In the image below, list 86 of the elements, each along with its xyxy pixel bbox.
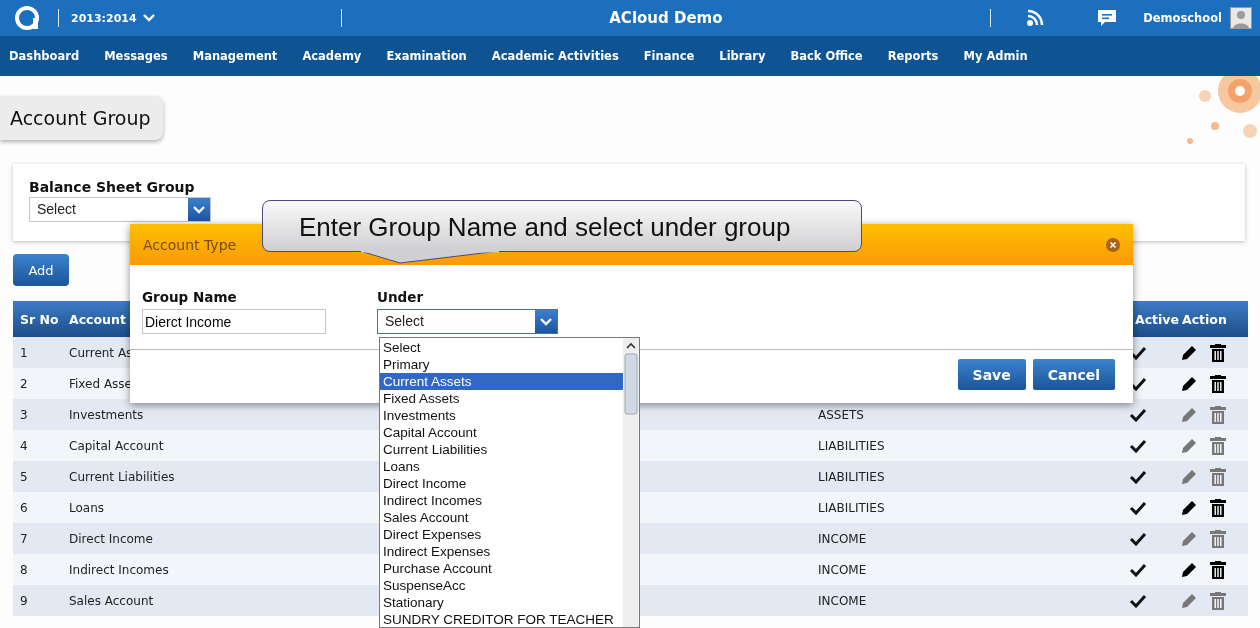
nav-item[interactable]: My Admin [963,49,1028,63]
table-cell: 9 [20,593,28,608]
table-cell: 5 [20,469,28,484]
table-cell: Current Liabilities [69,469,175,484]
dropdown-option[interactable]: Direct Expenses [380,526,623,543]
dropdown-option[interactable]: Capital Account [380,424,623,441]
nav-item[interactable]: Finance [643,49,695,63]
delete-icon[interactable] [1210,374,1226,393]
table-cell: 6 [20,500,28,515]
delete-icon[interactable] [1210,498,1226,517]
nav-item[interactable]: Dashboard [9,49,80,63]
table-cell: INCOME [818,593,867,608]
under-select[interactable]: Select [377,309,558,334]
group-name-field[interactable]: Dierct Income [142,309,326,334]
table-cell: LIABILITIES [818,500,885,515]
column-header[interactable]: Action [1182,311,1227,327]
caret-icon [193,205,205,214]
table-cell: Loans [69,500,105,515]
dropdown-option[interactable]: Current Assets [380,373,623,390]
table-cell: Capital Account [69,438,164,453]
table-cell: Direct Income [69,531,153,546]
table-cell: Sales Account [69,593,154,608]
dropdown-option[interactable]: Sales Account [380,509,623,526]
dropdown-option[interactable]: Loans [380,458,623,475]
field-label: Under [377,289,425,305]
dropdown-option[interactable]: Purchase Account [380,560,623,577]
nav-item[interactable]: Reports [887,49,939,63]
delete-icon[interactable] [1210,343,1226,362]
dropdown-option[interactable]: Fixed Assets [380,390,623,407]
nav-item[interactable]: Library [719,49,766,63]
table-cell: 2 [20,376,28,391]
nav-item[interactable]: Academy [302,49,362,63]
nav-item[interactable]: Back Office [790,49,863,63]
field-label: Balance Sheet Group [29,179,196,195]
scrollbar[interactable] [623,338,639,627]
app-title: ACloud Demo [608,9,724,27]
table-cell: ASSETS [818,407,864,422]
dropdown-option[interactable]: Current Liabilities [380,441,623,458]
edit-icon[interactable] [1180,498,1198,517]
dropdown-option[interactable]: SuspenseAcc [380,577,623,594]
table-cell: 1 [20,345,28,360]
user-name[interactable]: Demoschool [1143,11,1222,25]
dropdown-option[interactable]: Indirect Expenses [380,543,623,560]
dialog-button[interactable]: Save [957,359,1026,390]
feed-icon[interactable] [1025,8,1046,28]
nav-item[interactable]: Management [192,49,278,63]
message-icon[interactable] [1097,9,1118,27]
column-header[interactable]: Account [69,311,126,327]
dialog-title: Account Type [143,236,237,253]
dropdown-option[interactable]: Investments [380,407,623,424]
nav-item[interactable]: Examination [386,49,467,63]
close-icon[interactable] [1106,237,1120,252]
callout: Enter Group Name and select under group [262,200,862,252]
dropdown-option[interactable]: Select [380,339,623,356]
dropdown-option[interactable]: SUNDRY CREDITOR FOR TEACHER [380,611,623,628]
dropdown-option[interactable]: Direct Income [380,475,623,492]
nav-item[interactable]: Academic Activities [491,49,619,63]
table-cell: 3 [20,407,28,422]
caret-icon [142,14,155,22]
dropdown-option[interactable]: Primary [380,356,623,373]
dropdown-option[interactable]: Stationary [380,594,623,611]
table-cell: 8 [20,562,28,577]
nav-item[interactable]: Messages [104,49,168,63]
delete-icon[interactable] [1210,560,1226,579]
dropdown-option[interactable]: Indirect Incomes [380,492,623,509]
table-cell: LIABILITIES [818,438,885,453]
column-header[interactable]: Active [1135,311,1179,327]
table-cell: Investments [69,407,144,422]
table-cell: Indirect Incomes [69,562,169,577]
add-button[interactable]: Add [13,254,69,286]
table-cell: 4 [20,438,28,453]
edit-icon[interactable] [1180,374,1198,393]
group-select[interactable]: Select [29,197,211,222]
logo-icon[interactable] [14,5,40,31]
field-label: Group Name [142,289,238,305]
table-cell: INCOME [818,531,867,546]
dialog-button[interactable]: Cancel [1032,359,1115,390]
table-cell: INCOME [818,562,867,577]
caret-icon [540,317,552,326]
table-cell: 7 [20,531,28,546]
column-header[interactable]: Sr No [20,311,59,327]
edit-icon[interactable] [1180,343,1198,362]
year-selector[interactable]: 2013:2014 [67,11,159,25]
page-title: Account Group [0,96,163,140]
table-cell: LIABILITIES [818,469,885,484]
edit-icon[interactable] [1180,560,1198,579]
